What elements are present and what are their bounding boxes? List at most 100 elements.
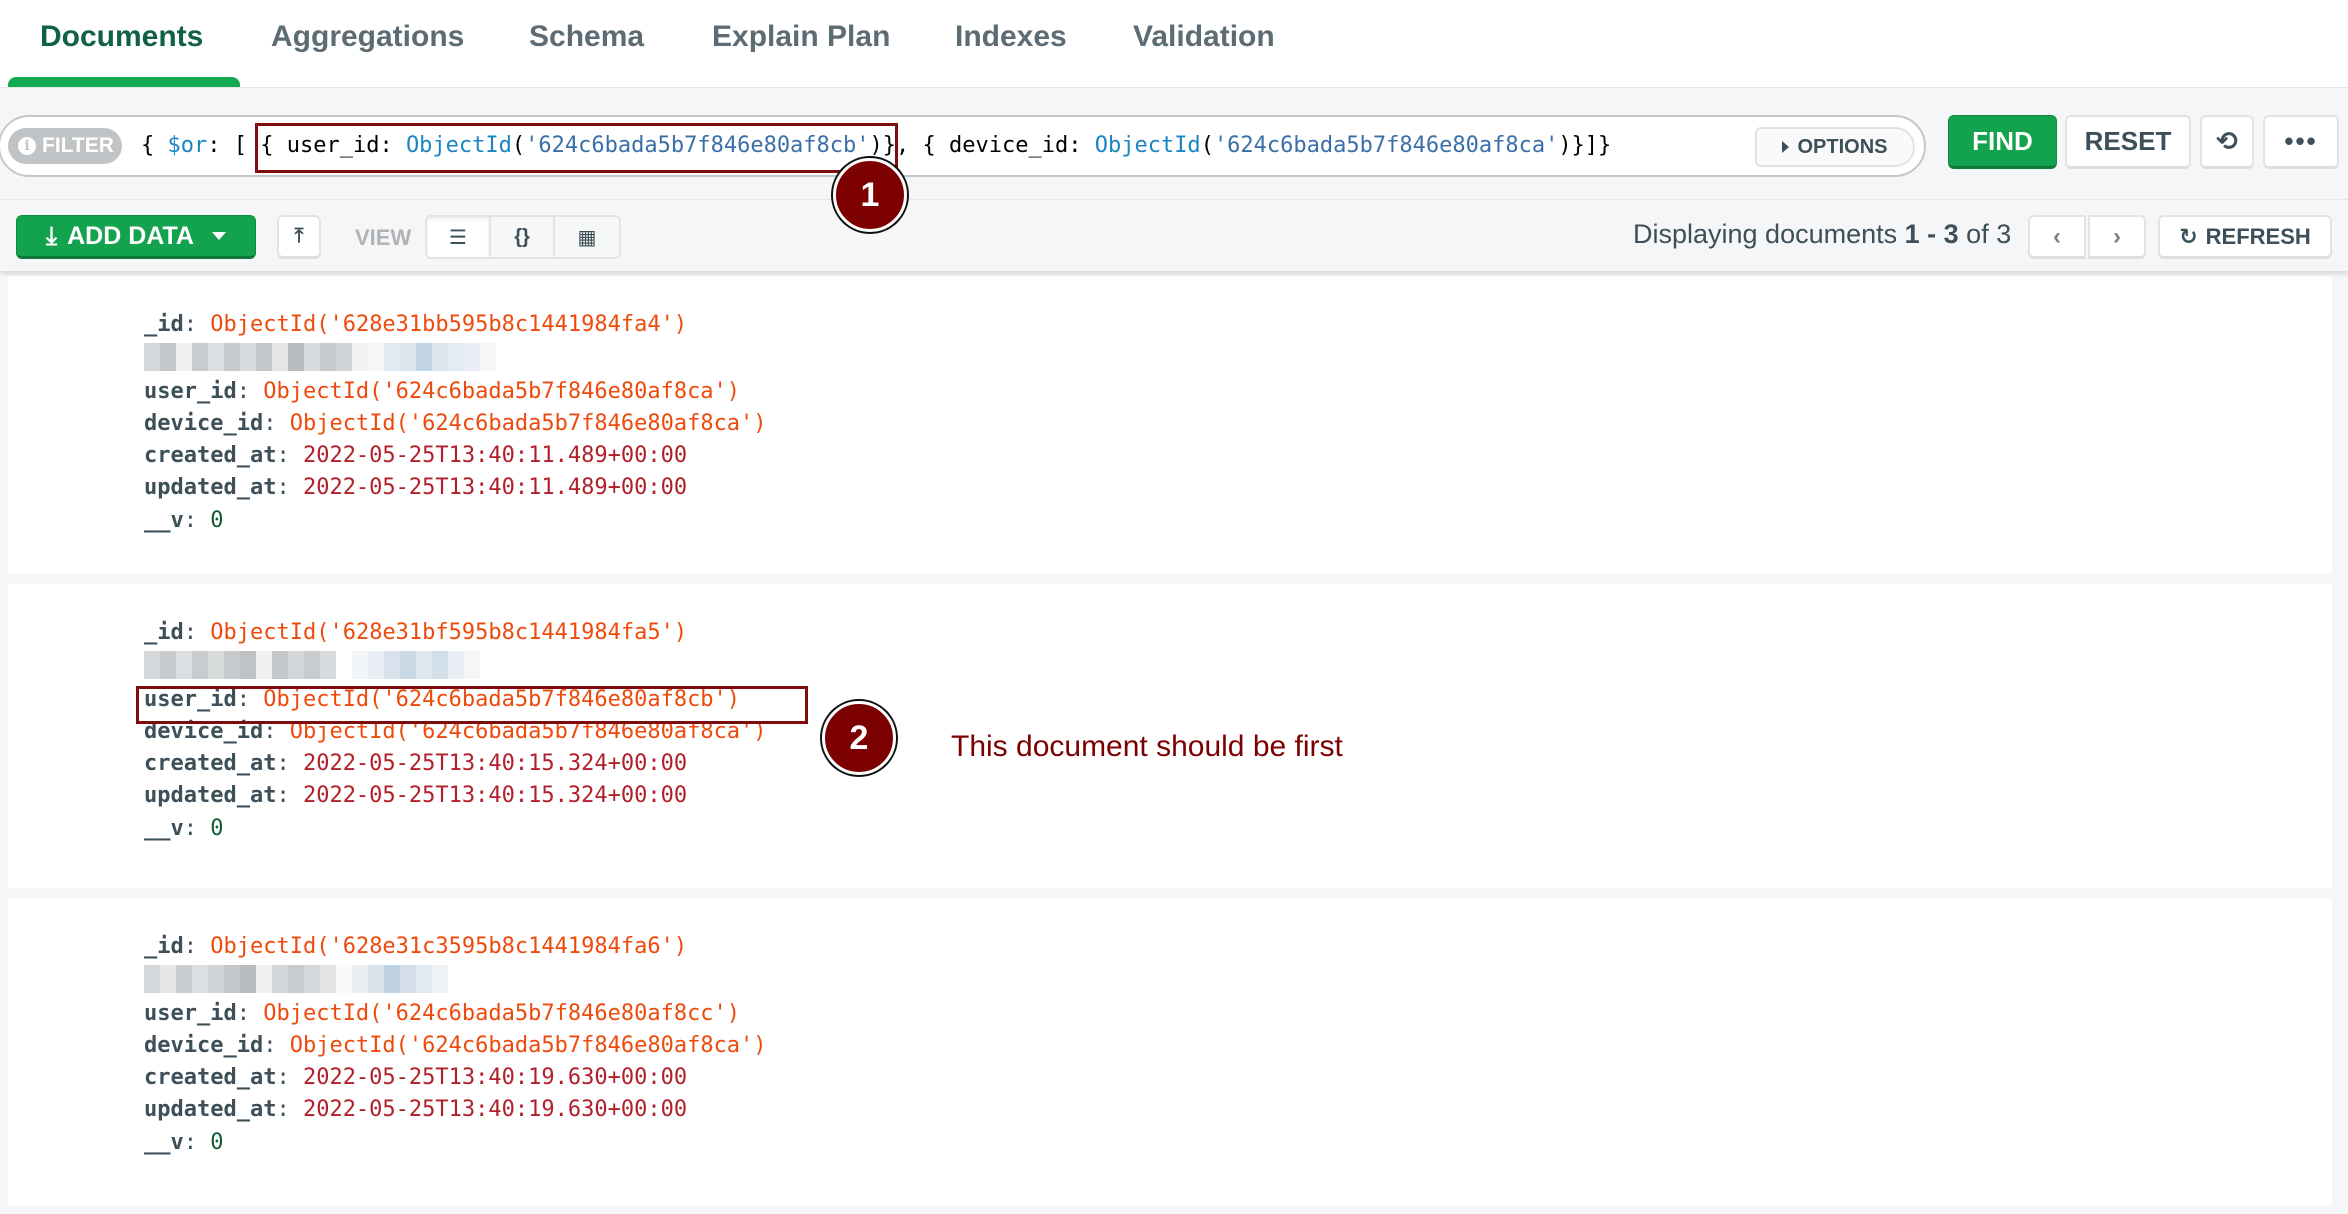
tab-documents[interactable]: Documents: [40, 20, 203, 54]
field-row-v[interactable]: __v: 0: [144, 813, 767, 845]
field-colon: :: [263, 410, 290, 436]
active-tab-indicator: [8, 77, 240, 87]
q-clause2-close: )}]}: [1558, 133, 1612, 158]
caret-right-icon: [1782, 141, 1790, 153]
field-row-id[interactable]: _id: ObjectId('628e31c3595b8c1441984fa6'…: [144, 931, 767, 963]
field-key: updated_at: [144, 475, 277, 501]
field-row-v[interactable]: __v: 0: [144, 1127, 767, 1159]
field-row-id[interactable]: _id: ObjectId('628e31bb595b8c1441984fa4'…: [144, 309, 767, 341]
field-value: ObjectId('624c6bada5b7f846e80af8cc'): [263, 1000, 741, 1026]
documents-toolbar: ⤓ ADD DATA ⤒ VIEW ☰ {} ▦ Displaying docu…: [0, 201, 2348, 271]
document-fields: _id: ObjectId('628e31bb595b8c1441984fa4'…: [144, 309, 767, 537]
pagination-summary: Displaying documents 1 - 3 of 3: [1633, 219, 2011, 250]
field-colon: :: [183, 620, 211, 645]
collection-tabs: Documents Aggregations Schema Explain Pl…: [0, 0, 2348, 88]
field-colon: :: [276, 783, 303, 809]
document-card[interactable]: _id: ObjectId('628e31bb595b8c1441984fa4'…: [8, 276, 2332, 574]
view-list-button[interactable]: ☰: [427, 217, 491, 257]
annotation-box-query-clause: [255, 123, 898, 173]
field-key: _id: [144, 312, 184, 337]
tab-indexes[interactable]: Indexes: [955, 20, 1067, 54]
field-value: 0: [210, 1129, 224, 1155]
download-icon: ⤓: [46, 221, 58, 250]
find-button[interactable]: FIND: [1948, 115, 2057, 169]
export-button[interactable]: ⤒: [277, 215, 321, 259]
history-icon: ⟲: [2216, 126, 2238, 156]
upload-icon: ⤒: [294, 225, 304, 247]
field-key: created_at: [144, 443, 277, 469]
field-key: updated_at: [144, 783, 277, 809]
field-row-id[interactable]: _id: ObjectId('628e31bf595b8c1441984fa5'…: [144, 617, 767, 649]
next-page-button[interactable]: ›: [2088, 215, 2146, 259]
field-row-device-id[interactable]: device_id: ObjectId('624c6bada5b7f846e80…: [144, 408, 767, 440]
refresh-button[interactable]: ↻ REFRESH: [2158, 215, 2332, 259]
field-value: 2022-05-25T13:40:19.630+00:00: [302, 1097, 688, 1123]
view-table-button[interactable]: ▦: [555, 217, 619, 257]
display-total: of 3: [1958, 219, 2012, 249]
field-row-created-at[interactable]: created_at: 2022-05-25T13:40:15.324+00:0…: [144, 748, 767, 780]
display-prefix: Displaying documents: [1633, 219, 1905, 249]
field-row-created-at[interactable]: created_at: 2022-05-25T13:40:11.489+00:0…: [144, 440, 767, 472]
tab-aggregations[interactable]: Aggregations: [271, 20, 464, 54]
field-value: 0: [210, 507, 224, 533]
view-label: VIEW: [355, 225, 412, 250]
field-row-user-id[interactable]: user_id: ObjectId('624c6bada5b7f846e80af…: [144, 376, 767, 408]
query-history-button[interactable]: ⟲: [2200, 115, 2254, 169]
field-value: 2022-05-25T13:40:19.630+00:00: [302, 1065, 688, 1091]
field-value: 2022-05-25T13:40:11.489+00:00: [302, 443, 688, 469]
ellipsis-icon: •••: [2284, 126, 2318, 156]
annotation-badge-2: 2: [822, 701, 896, 775]
view-json-button[interactable]: {}: [491, 217, 555, 257]
field-colon: :: [236, 378, 264, 404]
field-row-v[interactable]: __v: 0: [144, 505, 767, 537]
field-row-updated-at[interactable]: updated_at: 2022-05-25T13:40:19.630+00:0…: [144, 1094, 767, 1126]
field-key: _id: [144, 934, 184, 959]
tab-validation[interactable]: Validation: [1133, 20, 1275, 54]
document-fields: _id: ObjectId('628e31bf595b8c1441984fa5'…: [144, 617, 767, 845]
field-key: __v: [144, 815, 184, 841]
field-colon: :: [183, 312, 211, 337]
q-clause2-paren: (: [1200, 133, 1214, 158]
info-icon: i: [18, 137, 36, 155]
options-label: OPTIONS: [1797, 135, 1888, 158]
field-key: created_at: [144, 1065, 277, 1091]
reset-button[interactable]: RESET: [2065, 115, 2191, 169]
filter-label: i FILTER: [8, 128, 122, 164]
field-value: ObjectId('628e31bf595b8c1441984fa5'): [210, 620, 688, 645]
field-value: 2022-05-25T13:40:15.324+00:00: [302, 751, 688, 777]
field-colon: :: [276, 1065, 303, 1091]
add-data-label: ADD DATA: [67, 221, 194, 250]
tab-schema[interactable]: Schema: [529, 20, 644, 54]
field-row-user-id[interactable]: user_id: ObjectId('624c6bada5b7f846e80af…: [144, 998, 767, 1030]
field-key: device_id: [144, 410, 264, 436]
field-row-updated-at[interactable]: updated_at: 2022-05-25T13:40:11.489+00:0…: [144, 472, 767, 504]
chevron-right-icon: ›: [2113, 222, 2121, 250]
field-value: 2022-05-25T13:40:11.489+00:00: [302, 475, 688, 501]
field-row-device-id[interactable]: device_id: ObjectId('624c6bada5b7f846e80…: [144, 1030, 767, 1062]
document-fields: _id: ObjectId('628e31c3595b8c1441984fa6'…: [144, 931, 767, 1159]
tab-explain-plan[interactable]: Explain Plan: [712, 20, 890, 54]
refresh-icon: ↻: [2179, 223, 2198, 249]
field-value: ObjectId('624c6bada5b7f846e80af8ca'): [289, 410, 767, 436]
q-sep: ,: [896, 133, 923, 158]
prev-page-button[interactable]: ‹: [2028, 215, 2086, 259]
field-colon: :: [183, 815, 211, 841]
document-card[interactable]: _id: ObjectId('628e31c3595b8c1441984fa6'…: [8, 898, 2332, 1206]
more-options-button[interactable]: •••: [2263, 115, 2339, 169]
field-key: _id: [144, 620, 184, 645]
annotation-note: This document should be first: [951, 730, 1343, 763]
compass-collection-view: Documents Aggregations Schema Explain Pl…: [0, 0, 2348, 1214]
field-colon: :: [183, 934, 211, 959]
list-icon: ☰: [449, 226, 467, 249]
field-key: user_id: [144, 378, 237, 404]
field-row-updated-at[interactable]: updated_at: 2022-05-25T13:40:15.324+00:0…: [144, 780, 767, 812]
q-clause2-value: '624c6bada5b7f846e80af8ca': [1213, 133, 1559, 158]
options-button[interactable]: OPTIONS: [1755, 127, 1915, 167]
field-colon: :: [183, 1129, 211, 1155]
field-key: __v: [144, 1129, 184, 1155]
field-colon: :: [183, 507, 211, 533]
add-data-button[interactable]: ⤓ ADD DATA: [16, 215, 256, 259]
field-value: ObjectId('624c6bada5b7f846e80af8ca'): [289, 1032, 767, 1058]
field-row-created-at[interactable]: created_at: 2022-05-25T13:40:19.630+00:0…: [144, 1062, 767, 1094]
refresh-label: REFRESH: [2205, 223, 2311, 249]
